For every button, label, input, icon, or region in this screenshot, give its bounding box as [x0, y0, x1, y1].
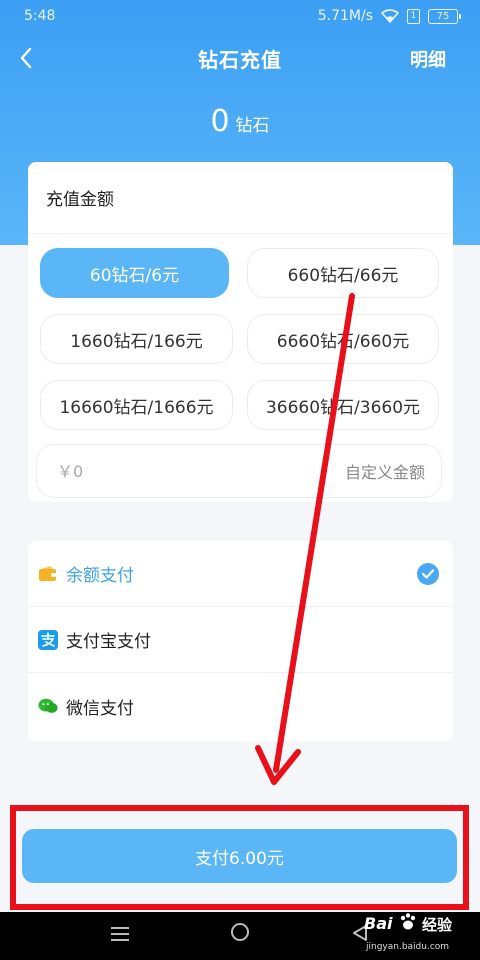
watermark-url: jingyan.baidu.com [366, 942, 450, 952]
recharge-option-60[interactable]: 60钻石/6元 [40, 248, 229, 298]
pay-button[interactable]: 支付6.00元 [22, 829, 457, 883]
detail-button[interactable]: 明细 [410, 46, 446, 72]
payment-wechat-label: 微信支付 [66, 698, 134, 719]
baidu-watermark: Bai 经验 jingyan.baidu.com [358, 910, 478, 960]
battery-icon: 75 [428, 8, 461, 24]
page-title: 钻石充值 [198, 47, 282, 72]
wallet-icon [38, 564, 58, 584]
balance-value: 0 [210, 104, 230, 139]
payment-balance-label: 余额支付 [66, 566, 134, 586]
home-icon[interactable] [231, 923, 249, 941]
payment-balance[interactable]: 余额支付 [28, 541, 453, 607]
payment-alipay[interactable]: 支付宝支付 [28, 607, 453, 673]
paw-icon [400, 913, 416, 930]
chevron-left-icon [20, 47, 32, 69]
alipay-icon [38, 629, 58, 650]
sim-icon: 1 [407, 8, 420, 24]
recharge-option-16660[interactable]: 16660钻石/1666元 [40, 380, 233, 430]
recharge-option-6660[interactable]: 6660钻石/660元 [247, 314, 439, 364]
recharge-option-36660[interactable]: 36660钻石/3660元 [247, 380, 439, 430]
payment-wechat[interactable]: 微信支付 [28, 673, 453, 739]
diamond-balance: 0 钻石 [0, 104, 480, 139]
custom-amount-input[interactable] [57, 461, 217, 481]
wechat-icon [38, 696, 58, 716]
network-speed: 5.71M/s [317, 8, 373, 24]
watermark-sub: 经验 [422, 916, 453, 934]
recharge-amount-title: 充值金额 [28, 162, 453, 234]
menu-icon[interactable] [111, 924, 129, 944]
status-time: 5:48 [24, 8, 56, 24]
payment-alipay-label: 支付宝支付 [66, 632, 151, 652]
custom-amount-field[interactable]: 自定义金额 [36, 444, 442, 498]
check-icon [417, 563, 439, 585]
wifi-icon [381, 9, 399, 23]
status-indicators: 5.71M/s 1 75 [317, 8, 461, 24]
balance-unit: 钻石 [235, 116, 270, 136]
payment-method-card: 余额支付 支付宝支付 微信支付 [28, 541, 453, 741]
recharge-option-660[interactable]: 660钻石/66元 [247, 248, 439, 298]
custom-amount-label: 自定义金额 [344, 463, 425, 482]
watermark-brand: Bai [364, 914, 393, 933]
status-bar: 5:48 5.71M/s 1 75 [0, 0, 480, 32]
back-button[interactable] [10, 42, 42, 74]
nav-bar: 钻石充值 明细 [0, 36, 480, 80]
recharge-option-1660[interactable]: 1660钻石/166元 [40, 314, 233, 364]
